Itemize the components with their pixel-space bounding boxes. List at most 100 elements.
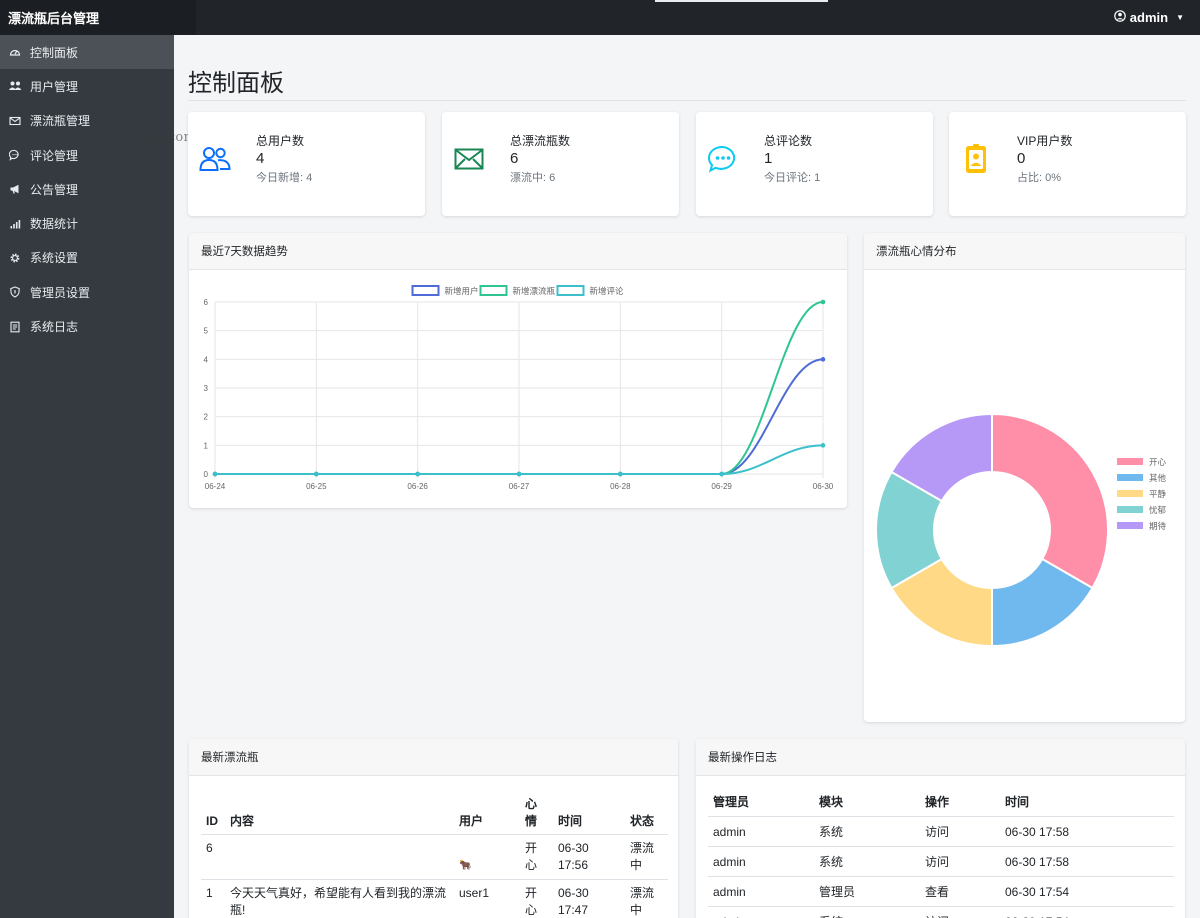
x-tick-label: 06-28 bbox=[610, 482, 631, 491]
x-tick-label: 06-25 bbox=[306, 482, 327, 491]
brand-title[interactable]: 漂流瓶后台管理 bbox=[0, 0, 196, 35]
col-time: 时间 bbox=[553, 792, 625, 835]
sidebar-item-bottles[interactable]: 漂流瓶管理 bbox=[0, 104, 174, 138]
badge-icon bbox=[959, 142, 993, 176]
cell-action: 访问 bbox=[920, 816, 1000, 847]
latest-logs-panel: 最新操作日志 管理员 模块 操作 时间 admin 系统 访问 06-30 17… bbox=[696, 739, 1185, 918]
users-icon bbox=[8, 80, 22, 92]
y-tick-label: 3 bbox=[204, 384, 209, 393]
cell-action: 访问 bbox=[920, 906, 1000, 918]
stat-card-comments: 总评论数 1 今日评论: 1 bbox=[696, 112, 933, 216]
cell-admin: admin bbox=[708, 876, 814, 907]
col-action: 操作 bbox=[920, 787, 1000, 817]
cell-admin: admin bbox=[708, 816, 814, 847]
user-menu[interactable]: admin ▼ bbox=[1113, 0, 1184, 35]
y-tick-label: 5 bbox=[204, 327, 209, 336]
title-divider bbox=[188, 100, 1186, 101]
sidebar-item-users[interactable]: 用户管理 bbox=[0, 69, 174, 103]
data-point bbox=[314, 471, 319, 477]
stat-subtext: 占比: 0% bbox=[1017, 172, 1062, 184]
table-row[interactable]: 1 今天天气真好，希望能有人看到我的漂流瓶! user1 开心 06-30 17… bbox=[201, 879, 668, 918]
data-point bbox=[719, 471, 724, 477]
legend-swatch bbox=[411, 285, 440, 296]
legend-swatch bbox=[1117, 506, 1143, 513]
cell-module: 系统 bbox=[814, 906, 920, 918]
sidebar-item-announcements[interactable]: 公告管理 bbox=[0, 172, 174, 206]
megaphone-icon bbox=[8, 183, 22, 195]
cell-admin: admin bbox=[708, 846, 814, 877]
data-point bbox=[516, 471, 522, 477]
stat-subtext: 今日新增: 4 bbox=[256, 172, 313, 184]
stat-subtext: 今日评论: 1 bbox=[764, 172, 821, 184]
col-id: ID bbox=[201, 792, 225, 835]
gear-icon bbox=[8, 252, 22, 264]
cell-action: 访问 bbox=[920, 846, 1000, 877]
table-row[interactable]: admin 系统 访问 06-30 17:58 bbox=[708, 846, 1174, 877]
legend-swatch bbox=[1117, 522, 1143, 529]
mood-donut-chart: 开心其他平静忧郁期待 bbox=[875, 412, 1167, 648]
username: admin bbox=[1129, 10, 1169, 25]
latest-bottles-panel: 最新漂流瓶 ID 内容 用户 心情 时间 状态 6 🐂 开心 06-30 17:… bbox=[189, 739, 678, 918]
sidebar-item-admin-settings[interactable]: 管理员设置 bbox=[0, 275, 174, 309]
user-circle-icon bbox=[1113, 10, 1126, 25]
table-row[interactable]: admin 系统 访问 06-30 17:54 bbox=[708, 906, 1174, 918]
sidebar-item-statistics[interactable]: 数据统计 bbox=[0, 206, 174, 240]
x-tick-label: 06-29 bbox=[711, 482, 732, 491]
y-tick-label: 4 bbox=[204, 355, 209, 364]
sidebar-item-settings[interactable]: 系统设置 bbox=[0, 241, 174, 275]
cell-status: 漂流中 bbox=[625, 834, 668, 880]
table-row[interactable]: admin 系统 访问 06-30 17:58 bbox=[708, 816, 1174, 847]
legend-label: 新增评论 bbox=[590, 286, 625, 296]
data-point bbox=[618, 471, 623, 477]
cell-user: user1 bbox=[454, 879, 520, 918]
stat-value: 4 bbox=[256, 150, 265, 167]
data-point bbox=[820, 443, 826, 448]
panel-title: 最新漂流瓶 bbox=[189, 739, 678, 776]
log-icon bbox=[8, 321, 22, 333]
sidebar-item-system-logs[interactable]: 系统日志 bbox=[0, 309, 174, 343]
table-row[interactable]: 6 🐂 开心 06-30 17:56 漂流中 bbox=[201, 834, 668, 880]
table-row[interactable]: admin 管理员 查看 06-30 17:54 bbox=[708, 876, 1174, 907]
dashboard-icon bbox=[8, 46, 22, 58]
y-tick-label: 2 bbox=[204, 413, 209, 422]
legend-label: 开心 bbox=[1149, 457, 1167, 467]
panel-title: 最近7天数据趋势 bbox=[189, 233, 847, 270]
bar-chart-icon bbox=[8, 218, 22, 230]
legend-swatch bbox=[1117, 490, 1143, 497]
legend-label: 平静 bbox=[1149, 489, 1167, 499]
x-tick-label: 06-30 bbox=[813, 482, 834, 491]
col-module: 模块 bbox=[814, 787, 920, 817]
latest-logs-table: 管理员 模块 操作 时间 admin 系统 访问 06-30 17:58 adm… bbox=[708, 787, 1174, 918]
cell-action: 查看 bbox=[920, 876, 1000, 907]
col-admin: 管理员 bbox=[708, 787, 814, 817]
cell-time: 06-30 17:54 bbox=[1000, 876, 1174, 907]
sidebar-item-dashboard[interactable]: 控制面板 bbox=[0, 35, 174, 70]
shield-icon bbox=[8, 286, 22, 298]
legend-label: 其他 bbox=[1149, 473, 1167, 483]
users-icon bbox=[198, 142, 232, 176]
cell-mood: 开心 bbox=[520, 834, 553, 880]
cell-time: 06-30 17:56 bbox=[553, 834, 625, 880]
y-tick-label: 6 bbox=[204, 298, 209, 307]
x-tick-label: 06-24 bbox=[205, 482, 226, 491]
stat-card-vip: VIP用户数 0 占比: 0% bbox=[949, 112, 1186, 216]
stat-value: 1 bbox=[764, 150, 773, 167]
col-mood: 心情 bbox=[520, 792, 553, 835]
data-point bbox=[415, 471, 420, 477]
legend-swatch bbox=[1117, 474, 1143, 481]
cell-id: 6 bbox=[201, 834, 225, 880]
stat-card-bottles: 总漂流瓶数 6 漂流中: 6 bbox=[442, 112, 679, 216]
col-time: 时间 bbox=[1000, 787, 1174, 817]
stat-card-users: 总用户数 4 今日新增: 4 bbox=[188, 112, 425, 216]
legend-label: 新增漂流瓶 bbox=[513, 286, 556, 296]
sidebar-item-comments[interactable]: 评论管理 bbox=[0, 138, 174, 172]
col-content: 内容 bbox=[225, 792, 454, 835]
cell-time: 06-30 17:54 bbox=[1000, 906, 1174, 918]
cell-time: 06-30 17:58 bbox=[1000, 846, 1174, 877]
trend-line-chart: 0 1 2 3 4 5 6 06-24 06-25 06-26 06-27 06-28 06-29 06-… bbox=[204, 285, 834, 491]
pie-slice bbox=[991, 412, 1109, 590]
cell-id: 1 bbox=[201, 879, 225, 918]
panel-title: 漂流瓶心情分布 bbox=[864, 233, 1185, 270]
cell-module: 系统 bbox=[814, 816, 920, 847]
mood-chart-panel: 漂流瓶心情分布 开心 其他 平静 忧郁 期待 bbox=[864, 233, 1185, 722]
